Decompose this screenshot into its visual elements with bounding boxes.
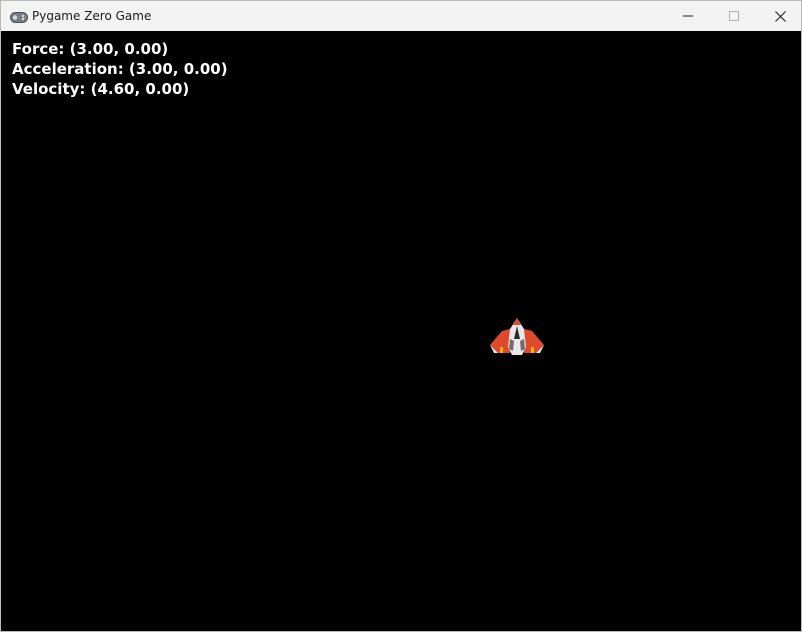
window-title: Pygame Zero Game bbox=[32, 9, 152, 23]
game-window: Pygame Zero Game Force: (3.00, 0.00) Acc… bbox=[0, 0, 802, 632]
game-canvas[interactable]: Force: (3.00, 0.00) Acceleration: (3.00,… bbox=[1, 31, 801, 631]
minimize-button[interactable] bbox=[665, 1, 711, 31]
velocity-readout: Velocity: (4.60, 0.00) bbox=[12, 80, 190, 98]
maximize-icon bbox=[729, 11, 739, 21]
physics-hud: Force: (3.00, 0.00) Acceleration: (3.00,… bbox=[12, 39, 228, 99]
acceleration-readout: Acceleration: (3.00, 0.00) bbox=[12, 60, 228, 78]
gamepad-icon bbox=[10, 10, 28, 23]
close-icon bbox=[774, 10, 786, 22]
title-bar[interactable]: Pygame Zero Game bbox=[1, 1, 801, 31]
maximize-button[interactable] bbox=[711, 1, 757, 31]
close-button[interactable] bbox=[757, 1, 801, 31]
spaceship-icon bbox=[488, 317, 546, 357]
force-readout: Force: (3.00, 0.00) bbox=[12, 40, 169, 58]
minimize-icon bbox=[683, 11, 693, 21]
